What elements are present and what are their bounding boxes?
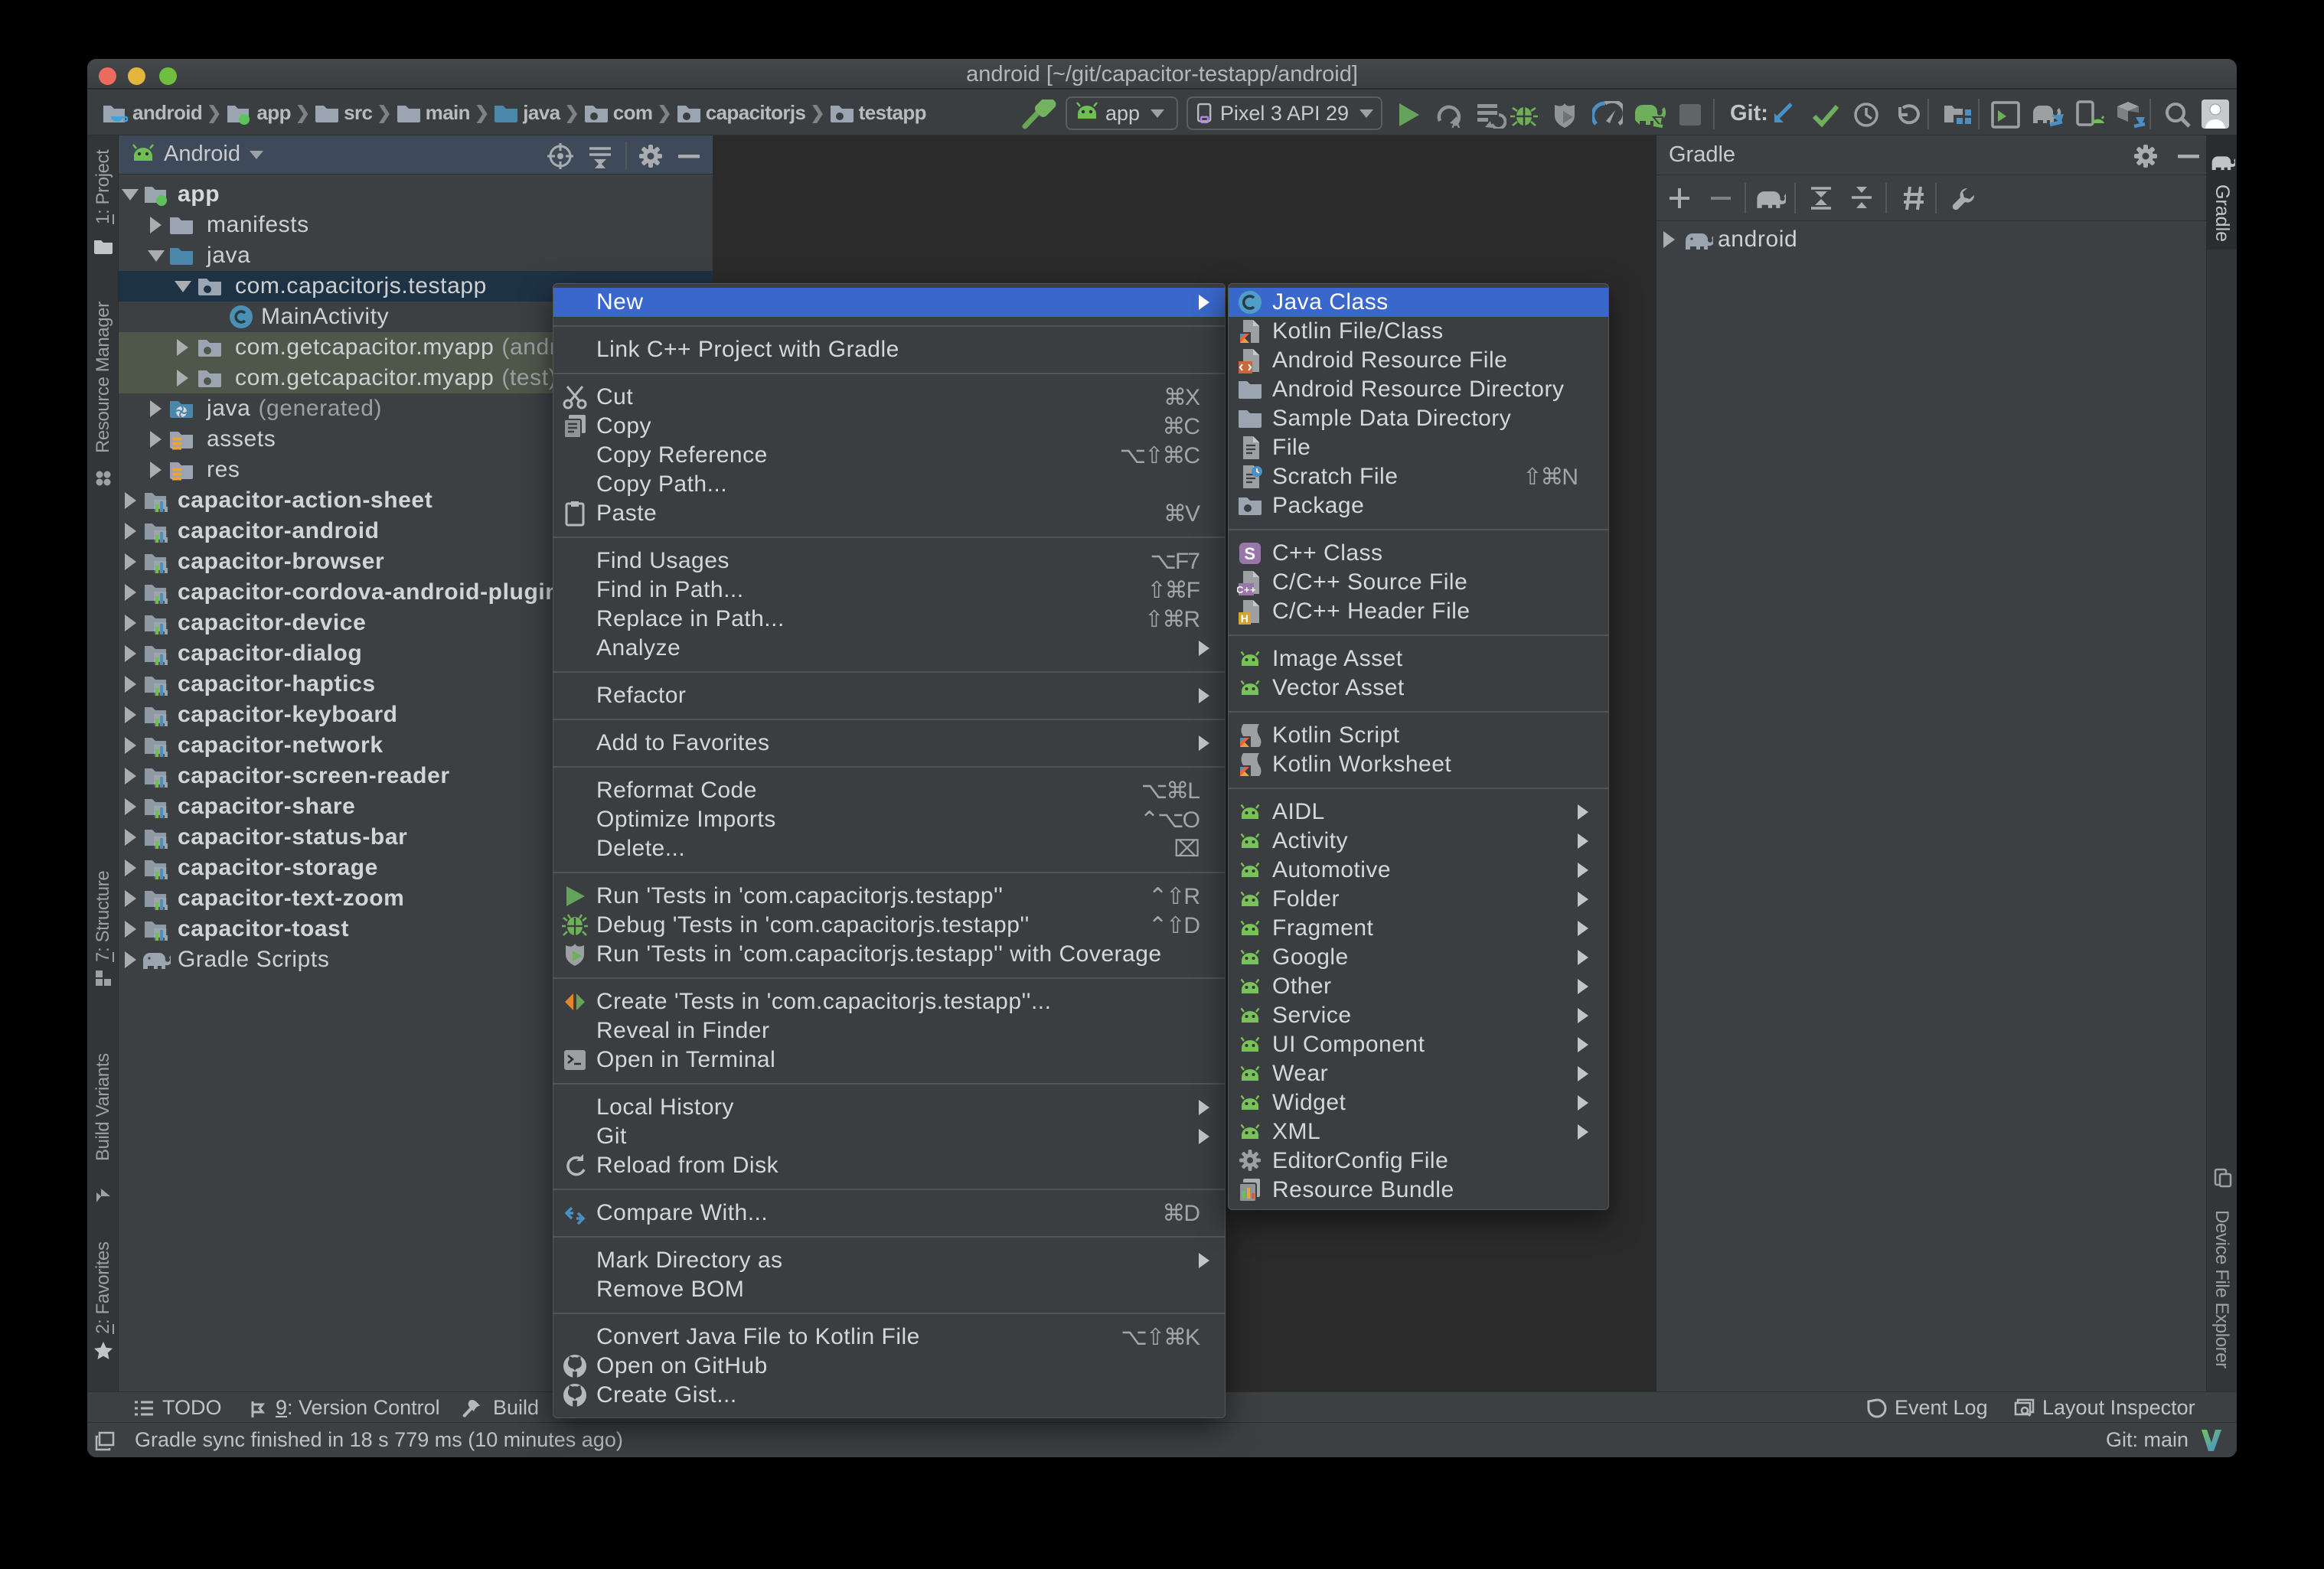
svg-text:A: A — [1451, 118, 1461, 129]
svg-text:S: S — [1244, 544, 1255, 563]
svg-text:H: H — [1241, 612, 1249, 625]
svg-text:C++: C++ — [1237, 584, 1256, 595]
